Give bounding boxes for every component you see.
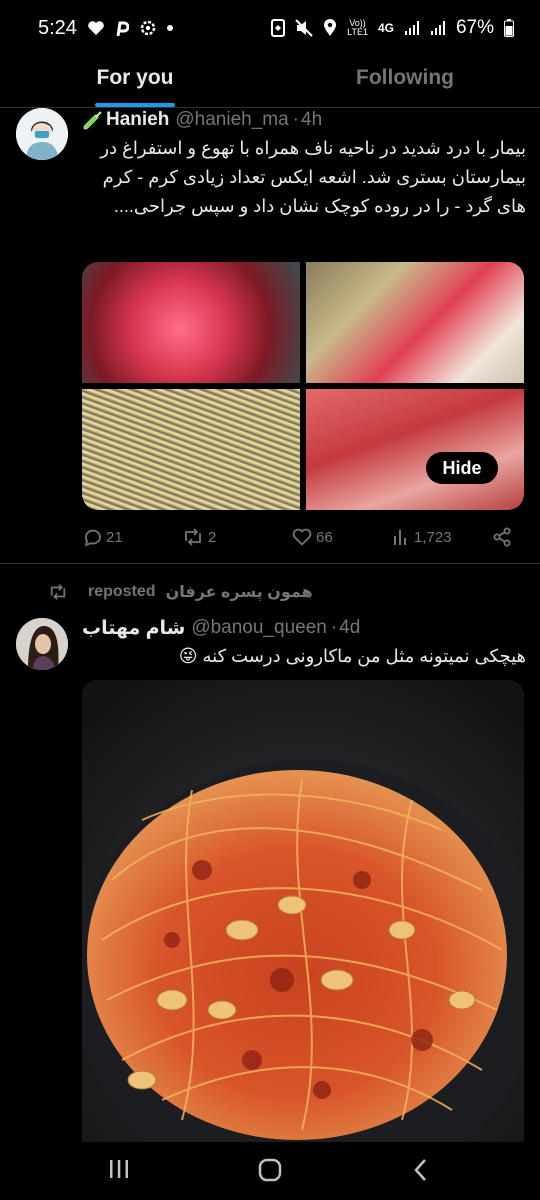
like-button[interactable]: 66 xyxy=(292,528,392,546)
repost-icon xyxy=(50,584,66,600)
tab-for-you[interactable]: For you xyxy=(0,56,270,107)
tweet-divider xyxy=(0,563,540,564)
back-icon xyxy=(414,1159,426,1181)
heart-icon xyxy=(292,528,312,546)
recent-apps-icon xyxy=(110,1160,128,1178)
pinterest-icon xyxy=(115,19,129,37)
repost-label: reposted xyxy=(88,583,156,600)
hide-button[interactable]: Hide xyxy=(426,452,498,484)
reposter-name[interactable]: همون پسره عرفان xyxy=(166,582,313,602)
views-button[interactable]: 1,723 xyxy=(392,528,492,546)
media-image[interactable] xyxy=(82,389,300,510)
repost-button[interactable]: 2 xyxy=(182,527,292,547)
media-image[interactable] xyxy=(82,680,524,1142)
tab-label: Following xyxy=(356,66,454,89)
mute-icon xyxy=(295,19,313,37)
share-icon xyxy=(493,527,511,547)
heart-icon xyxy=(87,20,105,36)
media-image[interactable] xyxy=(82,262,300,383)
separator: · xyxy=(292,109,299,130)
dot-icon xyxy=(166,25,173,31)
tweet-header: Hanieh @hanieh_ma · 4h xyxy=(82,106,322,134)
gear-icon xyxy=(139,19,157,37)
signal-icon xyxy=(430,20,446,36)
pasta-photo xyxy=(82,680,524,1142)
nfc-icon xyxy=(271,19,286,37)
avatar[interactable] xyxy=(16,108,68,160)
view-count: 1,723 xyxy=(414,528,452,546)
syringe-icon xyxy=(82,109,104,131)
handle[interactable]: @banou_queen xyxy=(191,617,327,639)
recent-apps-button[interactable] xyxy=(108,1158,130,1185)
signal-icon xyxy=(404,20,420,36)
display-name[interactable]: شام مهتاب xyxy=(82,617,185,640)
repost-indicator: reposted همون پسره عرفان xyxy=(48,580,313,604)
media-image[interactable] xyxy=(306,262,524,383)
status-time: 5:24 xyxy=(38,16,77,39)
display-name[interactable]: Hanieh xyxy=(106,109,169,131)
reply-count: 21 xyxy=(106,528,123,546)
reply-button[interactable]: 21 xyxy=(82,527,182,547)
views-icon xyxy=(394,530,406,545)
timestamp[interactable]: 4d xyxy=(339,617,360,639)
battery-percent: 67% xyxy=(455,17,494,38)
tab-label: For you xyxy=(96,66,174,89)
tab-following[interactable]: Following xyxy=(270,56,540,107)
tweet-text-body: هیچکی نمیتونه مثل من ماکارونی درست کنه xyxy=(202,646,526,666)
status-bar: 5:24 Vo)) LTE1 4G 67% xyxy=(0,0,540,56)
back-button[interactable] xyxy=(412,1158,430,1187)
tweet-text: هیچکی نمیتونه مثل من ماکارونی درست کنه 😜 xyxy=(82,642,526,671)
timestamp[interactable]: 4h xyxy=(301,109,322,131)
volte-icon: Vo)) LTE1 xyxy=(347,18,368,37)
separator: · xyxy=(330,617,338,638)
status-right: Vo)) LTE1 4G 67% xyxy=(271,17,514,39)
repost-icon xyxy=(185,528,201,546)
media-image[interactable] xyxy=(306,389,524,510)
handle[interactable]: @hanieh_ma xyxy=(175,109,288,131)
share-button[interactable] xyxy=(492,527,512,547)
like-count: 66 xyxy=(316,528,333,546)
home-button[interactable] xyxy=(258,1158,282,1187)
status-left: 5:24 xyxy=(38,17,173,40)
home-icon xyxy=(258,1158,282,1182)
battery-icon xyxy=(504,19,514,37)
tweet-actions: 21 2 66 1,723 xyxy=(82,524,514,550)
reply-icon xyxy=(84,529,101,547)
emoji: 😜 xyxy=(178,646,198,666)
timeline-tabs: For you Following xyxy=(0,56,540,108)
avatar[interactable] xyxy=(16,618,68,670)
tweet-header: شام مهتاب @banou_queen · 4d xyxy=(82,614,360,642)
android-nav-bar xyxy=(0,1142,540,1200)
location-icon xyxy=(323,19,337,37)
4g-icon: 4G xyxy=(377,21,394,35)
tweet-text: بیمار با درد شدید در ناحیه ناف همراه با … xyxy=(100,138,526,216)
repost-count: 2 xyxy=(208,528,217,546)
